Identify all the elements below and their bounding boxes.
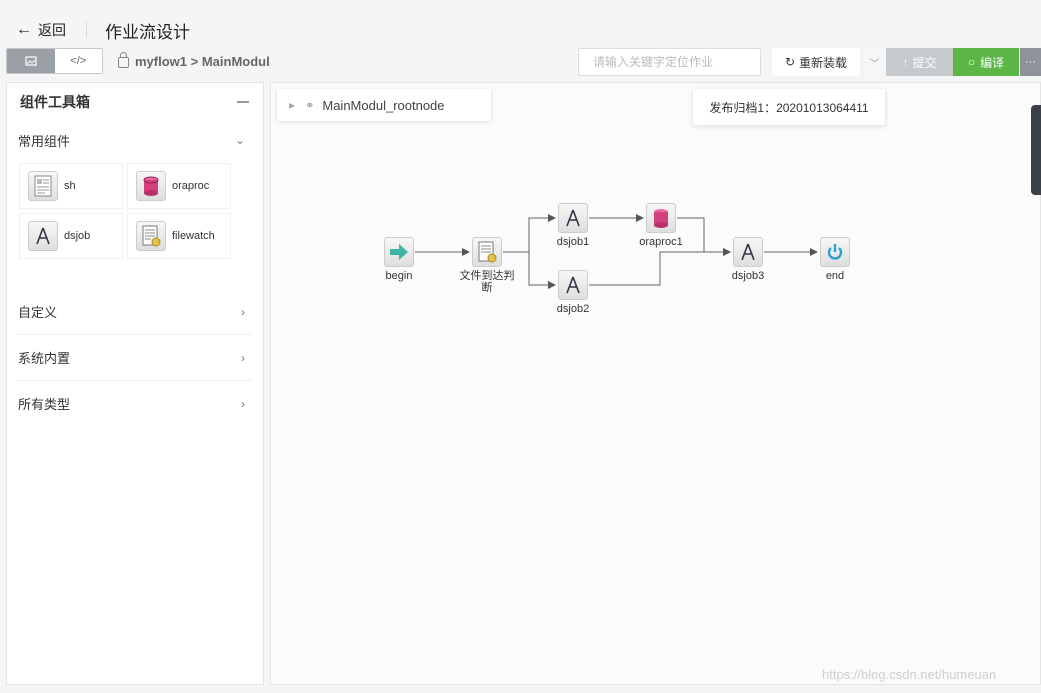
search-box: [578, 48, 761, 76]
flow-canvas[interactable]: ▶ ⚭ MainModul_rootnode 发布归档1：20201013064…: [270, 82, 1041, 685]
flow-node-oraproc1[interactable]: oraproc1: [621, 203, 701, 248]
page-title: 作业流设计: [105, 22, 190, 42]
search-input[interactable]: [593, 55, 746, 69]
compile-label: 编译: [980, 55, 1005, 70]
more-icon: ···: [1025, 56, 1036, 68]
compile-button[interactable]: ○ 编译: [953, 48, 1019, 76]
toolbox-header: 组件工具箱: [7, 83, 263, 121]
compass-icon: [558, 270, 588, 300]
file-watch-icon: [136, 221, 166, 251]
component-dsjob[interactable]: dsjob: [19, 213, 123, 259]
component-label: dsjob: [64, 230, 91, 242]
component-label: filewatch: [172, 230, 215, 242]
compass-icon: [558, 203, 588, 233]
component-toolbox: 组件工具箱 常用组件 ⌄ sh oraproc dsjob filewatch …: [6, 82, 264, 685]
code-icon: </>: [70, 55, 87, 67]
chevron-right-icon: ›: [241, 350, 245, 365]
database-icon: [136, 171, 166, 201]
more-button[interactable]: ···: [1020, 48, 1041, 76]
reload-dropdown-button[interactable]: ﹀: [862, 48, 886, 76]
component-label: sh: [64, 180, 76, 192]
category-builtin[interactable]: 系统内置 ›: [7, 335, 263, 380]
document-icon: [28, 171, 58, 201]
category-custom[interactable]: 自定义 ›: [7, 289, 263, 334]
refresh-icon: ↻: [784, 55, 796, 69]
view-toggle: </>: [6, 48, 103, 74]
category-label: 所有类型: [18, 397, 71, 412]
circle-icon: ○: [967, 55, 976, 69]
flow-node-dsjob3[interactable]: dsjob3: [708, 237, 788, 282]
upload-arrow-icon: ↑: [902, 55, 909, 69]
flow-node-label: begin: [385, 270, 413, 282]
top-bar: ← 返回 作业流设计: [0, 12, 1041, 48]
image-icon: [25, 56, 37, 66]
collapse-icon[interactable]: [237, 101, 249, 103]
back-button[interactable]: ← 返回: [16, 20, 66, 40]
toolbar: </> myflow1 > MainModul ↻ 重新装载 ﹀ ↑ 提交 ○ …: [6, 48, 1041, 78]
file-watch-icon: [472, 237, 502, 267]
arrow-right-icon: [384, 237, 414, 267]
code-view-button[interactable]: </>: [54, 49, 102, 73]
header-divider: [86, 22, 87, 38]
flow-node-dsjob1[interactable]: dsjob1: [533, 203, 613, 248]
component-sh[interactable]: sh: [19, 163, 123, 209]
toolbox-title: 组件工具箱: [20, 94, 90, 110]
flow-node-label: end: [825, 270, 845, 282]
flow-node-label: 文件到达判 断: [459, 270, 515, 294]
flow-node-end[interactable]: end: [795, 237, 875, 282]
submit-label: 提交: [912, 55, 937, 70]
lock-icon: [118, 52, 129, 68]
flow-edges: [415, 214, 818, 289]
chevron-right-icon: ›: [241, 304, 245, 319]
component-grid: sh oraproc dsjob filewatch: [7, 159, 263, 265]
breadcrumb-text: myflow1 > MainModul: [135, 54, 270, 69]
compass-icon: [733, 237, 763, 267]
chevron-down-icon: ⌄: [234, 133, 245, 147]
component-filewatch[interactable]: filewatch: [127, 213, 231, 259]
database-icon: [646, 203, 676, 233]
back-arrow-icon: ←: [16, 21, 32, 38]
submit-button[interactable]: ↑ 提交: [886, 48, 953, 76]
compass-icon: [28, 221, 58, 251]
reload-label: 重新装载: [799, 55, 848, 70]
reload-button[interactable]: ↻ 重新装载: [772, 48, 860, 76]
back-label: 返回: [38, 22, 66, 38]
category-label: 常用组件: [18, 133, 71, 149]
diagram-view-button[interactable]: [7, 49, 55, 73]
category-label: 自定义: [18, 305, 58, 320]
component-label: oraproc: [172, 180, 210, 192]
flow-node-dsjob2[interactable]: dsjob2: [533, 270, 613, 315]
power-icon: [820, 237, 850, 267]
breadcrumb: myflow1 > MainModul: [118, 52, 270, 69]
flow-node-begin[interactable]: begin: [359, 237, 439, 282]
watermark: https://blog.csdn.net/humeuan: [822, 667, 997, 682]
category-all[interactable]: 所有类型 ›: [7, 381, 263, 426]
chevron-right-icon: ›: [241, 396, 245, 411]
category-label: 系统内置: [18, 351, 71, 366]
flow-node-label: dsjob2: [556, 303, 590, 315]
chevron-down-icon: ﹀: [869, 58, 880, 70]
flow-node-file-check[interactable]: 文件到达判 断: [447, 237, 527, 294]
flow-node-label: dsjob3: [731, 270, 765, 282]
category-common[interactable]: 常用组件 ⌄: [7, 121, 263, 159]
flow-node-label: oraproc1: [639, 236, 683, 248]
component-oraproc[interactable]: oraproc: [127, 163, 231, 209]
flow-node-label: dsjob1: [556, 236, 590, 248]
